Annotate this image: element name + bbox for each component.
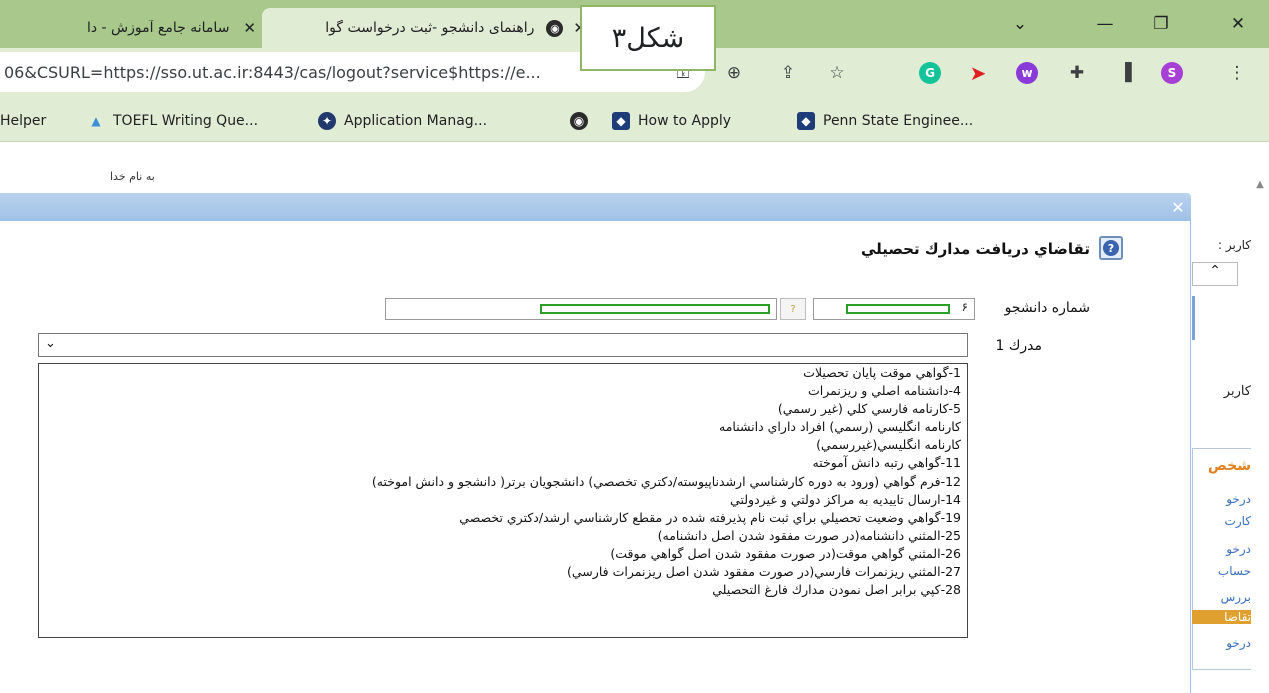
form-title: تقاضاي دريافت مدارك تحصيلي xyxy=(860,240,1090,258)
dropdown-option[interactable]: 14-ارسال تاييديه به مراكز دولتي و غيردول… xyxy=(39,491,967,509)
dropdown-option[interactable]: 28-كپي برابر اصل نمودن مدارك فارغ التحصي… xyxy=(39,581,967,599)
extension-arrow-icon[interactable]: ➤ xyxy=(963,58,993,88)
dropdown-option[interactable]: 11-گواهي رتبه دانش آموخته xyxy=(39,454,967,472)
student-number-label: شماره دانشجو xyxy=(1004,300,1090,316)
menu-item[interactable]: درخو xyxy=(1192,636,1251,650)
shield-icon: ◆ xyxy=(612,112,630,130)
bookmark-helper[interactable]: Helper xyxy=(0,100,46,142)
menu-item-active[interactable]: تقاضا xyxy=(1192,610,1251,624)
menu-kebab-icon[interactable]: ⋮ xyxy=(1222,58,1252,88)
address-text: 06&CSURL=https://sso.ut.ac.ir:8443/cas/l… xyxy=(4,62,541,82)
menu-item[interactable]: بررس xyxy=(1192,590,1251,604)
extensions-puzzle-icon[interactable]: ✚ xyxy=(1062,58,1092,88)
tab-title: راهنمای دانشجو -ثبت درخواست گوا xyxy=(325,20,535,36)
redaction-mark xyxy=(540,304,770,314)
dropdown-option[interactable]: كارنامه انگليسي(غيررسمي) xyxy=(39,436,967,454)
dropdown-option[interactable]: 12-فرم گواهي (ورود به دوره كارشناسي ارشد… xyxy=(39,473,967,491)
shield-icon: ◆ xyxy=(797,112,815,130)
redaction-mark xyxy=(846,304,950,314)
modal-close-icon[interactable]: ✕ xyxy=(1168,198,1188,217)
dropdown-option[interactable]: 1-گواهي موقت پايان تحصيلات xyxy=(39,364,967,382)
tab-title: سامانه جامع آموزش - دا xyxy=(86,20,230,36)
dropdown-option[interactable]: 5-كارنامه فارسي كلي (غير رسمي) xyxy=(39,400,967,418)
toefl-icon: ▲ xyxy=(91,114,101,128)
profile-avatar[interactable]: S xyxy=(1157,58,1187,88)
collapse-chevron-icon[interactable]: ⌃ xyxy=(1192,262,1238,286)
document-dropdown-list: 1-گواهي موقت پايان تحصيلات 4-دانشنامه اص… xyxy=(38,363,968,638)
bookmark-application-manager[interactable]: ✦ Application Manag... xyxy=(318,100,487,142)
panel-strip xyxy=(1192,296,1251,340)
user-label: كاربر : xyxy=(1218,238,1251,252)
bookmark-star-icon[interactable]: ☆ xyxy=(822,58,852,88)
tab-search-icon[interactable]: ⌄ xyxy=(997,6,1043,42)
dropdown-option[interactable]: 27-المثني ريزنمرات فارسي(در صورت مفقود ش… xyxy=(39,563,967,581)
chevron-down-icon: ⌄ xyxy=(45,336,56,351)
help-icon[interactable]: ? xyxy=(1099,236,1123,260)
side-panel-icon[interactable]: ▐ xyxy=(1110,58,1140,88)
bookmarks-bar: Helper ▲ TOEFL Writing Que... ✦ Applicatio… xyxy=(0,100,1269,142)
menu-item[interactable]: حساب xyxy=(1192,564,1251,578)
section-title: شخص xyxy=(1208,458,1251,474)
tab-student-guide[interactable]: ✕ ◉ راهنمای دانشجو -ثبت درخواست گوا xyxy=(262,8,592,48)
globe-icon: ◉ xyxy=(570,112,588,130)
minimize-button[interactable]: — xyxy=(1082,6,1128,42)
modal-header xyxy=(0,193,1191,221)
document-label: مدرك 1 xyxy=(995,338,1042,354)
scroll-up-arrow-icon[interactable]: ▲ xyxy=(1251,172,1269,196)
lookup-button[interactable]: ? xyxy=(780,298,806,320)
bookmark-how-to-apply[interactable]: ◆ How to Apply xyxy=(612,100,731,142)
zoom-icon[interactable]: ⊕ xyxy=(719,58,749,88)
tab-university-portal[interactable]: ✕ سامانه جامع آموزش - دا xyxy=(0,8,262,48)
university-seal-icon: ✦ xyxy=(318,112,336,130)
dropdown-option[interactable]: 25-المثني دانشنامه(در صورت مفقود شدن اصل… xyxy=(39,527,967,545)
dropdown-option[interactable]: 4-دانشنامه اصلي و ريزنمرات xyxy=(39,382,967,400)
menu-item[interactable]: درخو xyxy=(1192,492,1251,506)
grammarly-icon[interactable]: G xyxy=(915,58,945,88)
extension-w-icon[interactable]: w xyxy=(1012,58,1042,88)
close-window-button[interactable]: ✕ xyxy=(1215,6,1261,42)
user-label-2: كاربر xyxy=(1223,384,1251,399)
restore-button[interactable]: ❐ xyxy=(1138,6,1184,42)
dropdown-option[interactable]: كارنامه انگليسي (رسمي) افراد داراي دانشن… xyxy=(39,418,967,436)
dropdown-option[interactable]: 19-گواهي وضعيت تحصيلي براي ثبت نام پذيرف… xyxy=(39,509,967,527)
document-select[interactable]: ⌄ xyxy=(38,333,968,357)
basmala-text: به نام خدا xyxy=(110,170,155,183)
tab-close-icon[interactable]: ✕ xyxy=(237,19,262,37)
dropdown-option[interactable]: 26-المثني گواهي موقت(در صورت مفقود شدن ا… xyxy=(39,545,967,563)
bookmark-globe[interactable]: ◉ xyxy=(570,100,596,142)
menu-item[interactable]: كارت xyxy=(1192,514,1251,528)
globe-icon: ◉ xyxy=(546,19,564,37)
bookmark-toefl[interactable]: ▲ TOEFL Writing Que... xyxy=(87,100,258,142)
share-icon[interactable]: ⇪ xyxy=(773,58,803,88)
menu-item[interactable]: درخو xyxy=(1192,542,1251,556)
figure-label: شکل۳ xyxy=(580,5,716,71)
bookmark-penn-state[interactable]: ◆ Penn State Enginee... xyxy=(797,100,973,142)
